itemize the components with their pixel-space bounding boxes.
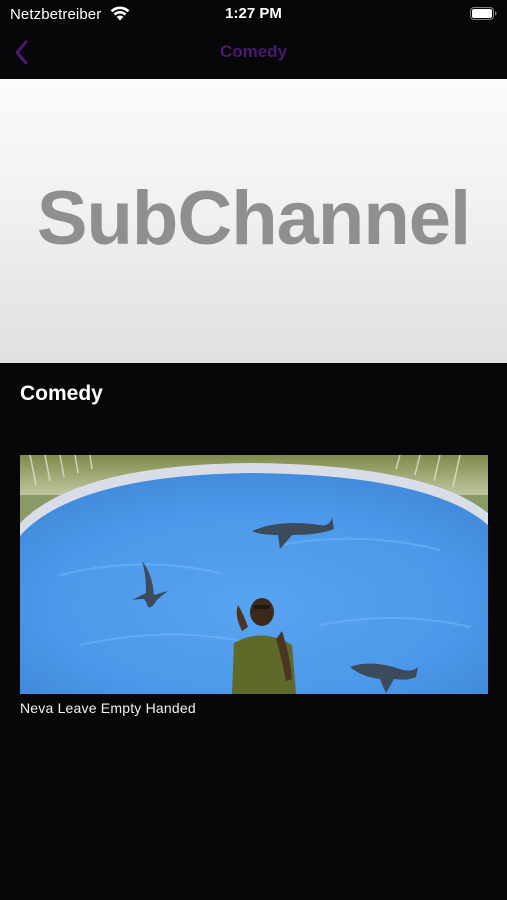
video-thumbnail[interactable] [20,455,488,694]
status-time: 1:27 PM [225,5,282,22]
navigation-bar: Comedy [0,28,507,78]
nav-title: Comedy [219,42,288,61]
section-title: Comedy [20,382,103,405]
subchannel-banner: SubChannel [0,79,507,363]
status-bar: Netzbetreiber 1:27 PM [0,0,507,28]
video-title: Neva Leave Empty Handed [20,700,196,716]
app-screen: Netzbetreiber 1:27 PM Comedy SubChannel … [0,0,507,900]
banner-logo-text: SubChannel [36,176,471,261]
video-card[interactable]: Neva Leave Empty Handed [20,455,488,716]
battery-full-icon [470,7,497,20]
